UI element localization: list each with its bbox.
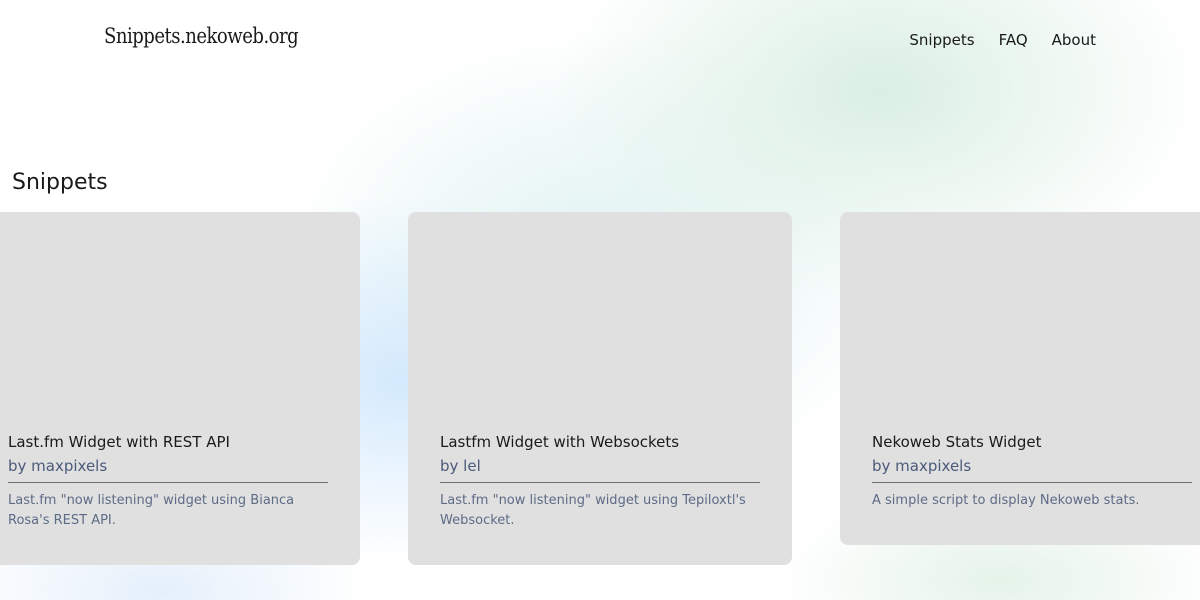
card-author: by maxpixels <box>872 454 1192 483</box>
card-description: Last.fm "now listening" widget using Tep… <box>440 493 746 528</box>
snippet-card[interactable]: Lastfm Widget with Websockets by lel Las… <box>408 212 792 565</box>
site-title-link[interactable]: Snippets.nekoweb.org <box>104 24 299 48</box>
card-author: by lel <box>440 454 760 483</box>
snippet-card[interactable]: Nekoweb Stats Widget by maxpixels A simp… <box>840 212 1200 545</box>
main-nav: Snippets FAQ About <box>909 31 1096 49</box>
card-author: by maxpixels <box>8 454 328 483</box>
card-title: Last.fm Widget with REST API <box>8 433 230 451</box>
nav-link-faq[interactable]: FAQ <box>999 31 1028 49</box>
card-title: Lastfm Widget with Websockets <box>440 433 680 451</box>
card-title: Nekoweb Stats Widget <box>872 433 1042 451</box>
nav-link-snippets[interactable]: Snippets <box>909 31 974 49</box>
section-title: Snippets <box>12 170 108 195</box>
card-description: Last.fm "now listening" widget using Bia… <box>8 493 295 528</box>
nav-link-about[interactable]: About <box>1052 31 1096 49</box>
card-description: A simple script to display Nekoweb stats… <box>872 493 1140 508</box>
snippet-card[interactable]: Last.fm Widget with REST API by maxpixel… <box>0 212 360 565</box>
